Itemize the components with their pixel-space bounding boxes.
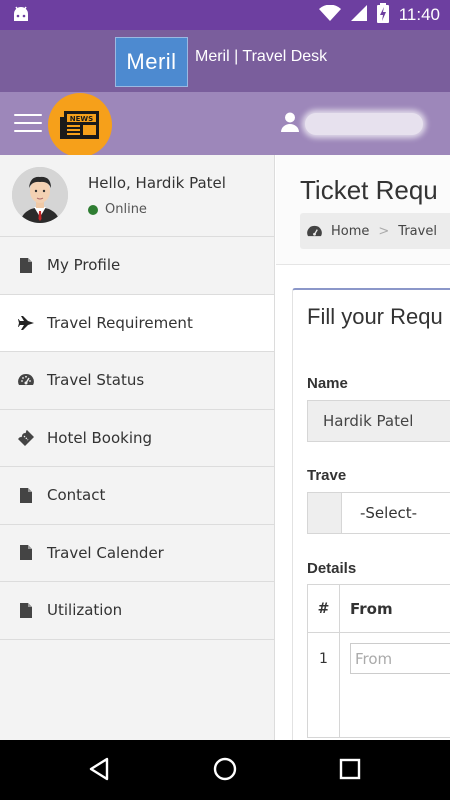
breadcrumb: Home > Travel	[300, 213, 450, 249]
breadcrumb-separator: >	[378, 223, 390, 239]
from-input[interactable]: From	[350, 643, 450, 674]
sidebar-item-label: Travel Calender	[47, 543, 164, 562]
clock: 11:40	[398, 5, 440, 24]
user-name-blurred[interactable]	[305, 113, 423, 135]
sidebar-item-my-profile[interactable]: My Profile	[0, 237, 274, 295]
home-icon[interactable]	[213, 757, 237, 785]
request-form-panel: Fill your Requ Name Hardik Patel Trave -…	[292, 288, 450, 740]
navigation-bar	[0, 740, 450, 800]
signal-icon	[350, 5, 367, 25]
sidebar-item-label: Travel Status	[47, 371, 145, 390]
table-row: 1 From	[308, 633, 450, 737]
sidebar-item-label: Travel Requirement	[47, 313, 193, 332]
main-content: Ticket Requ Home > Travel Fill your Requ…	[276, 155, 450, 740]
sidebar-item-travel-calender[interactable]: Travel Calender	[0, 525, 274, 582]
battery-charging-icon	[376, 3, 389, 27]
online-label: Online	[105, 202, 147, 217]
toolbar: NEWS	[0, 92, 450, 157]
recents-icon[interactable]	[339, 757, 361, 785]
avatar	[12, 167, 68, 223]
online-status: Online	[88, 202, 147, 217]
page-header: Ticket Requ Home > Travel	[276, 155, 450, 265]
sidebar-item-label: Hotel Booking	[47, 428, 153, 447]
sidebar-item-travel-requirement[interactable]: Travel Requirement	[0, 294, 274, 352]
column-header-number: #	[308, 585, 340, 632]
dashboard-icon	[307, 225, 322, 238]
user-profile-panel: Hello, Hardik Patel Online	[0, 155, 274, 237]
form-title: Fill your Requ	[307, 304, 443, 329]
name-label: Name	[307, 375, 348, 392]
back-icon[interactable]	[88, 757, 110, 785]
ticket-icon	[18, 429, 34, 446]
wifi-icon	[318, 4, 341, 25]
column-header-from: From	[350, 599, 393, 618]
table-header-row: # From	[308, 585, 450, 633]
meril-logo: Meril	[115, 37, 188, 87]
sidebar-item-label: Utilization	[47, 601, 123, 620]
file-icon	[18, 487, 34, 503]
travel-select-value: -Select-	[360, 504, 418, 522]
breadcrumb-home[interactable]: Home	[331, 224, 369, 239]
online-dot-icon	[88, 204, 98, 215]
newspaper-icon: NEWS	[60, 111, 99, 139]
file-icon	[18, 602, 34, 618]
travel-label: Trave	[307, 467, 347, 484]
sidebar-item-label: My Profile	[47, 256, 121, 275]
file-icon	[18, 257, 34, 273]
sidebar-item-utilization[interactable]: Utilization	[0, 582, 274, 640]
sidebar-item-travel-status[interactable]: Travel Status	[0, 352, 274, 410]
breadcrumb-current: Travel	[398, 223, 437, 239]
sidebar-item-label: Contact	[47, 486, 106, 505]
android-icon	[12, 6, 30, 26]
dashboard-icon	[18, 372, 34, 388]
hamburger-menu-icon[interactable]	[14, 114, 42, 134]
file-icon	[18, 545, 34, 561]
brand-bar: Meril Meril | Travel Desk	[0, 30, 450, 92]
select-addon	[308, 493, 342, 533]
travel-select[interactable]: -Select-	[307, 492, 450, 534]
plane-icon	[18, 315, 34, 331]
row-number: 1	[308, 633, 340, 737]
user-icon[interactable]	[281, 112, 299, 136]
sidebar-item-contact[interactable]: Contact	[0, 467, 274, 525]
name-field[interactable]: Hardik Patel	[307, 400, 450, 442]
greeting: Hello, Hardik Patel	[88, 174, 226, 192]
status-bar: 11:40	[0, 0, 450, 30]
sidebar: Hello, Hardik Patel Online My Profile Tr…	[0, 155, 275, 740]
app-title: Meril | Travel Desk	[195, 48, 328, 65]
sidebar-item-hotel-booking[interactable]: Hotel Booking	[0, 410, 274, 467]
details-label: Details	[307, 560, 357, 577]
from-cell: From	[340, 633, 450, 737]
details-table: # From 1 From	[307, 584, 450, 738]
news-badge-text: NEWS	[70, 115, 93, 123]
news-badge[interactable]: NEWS	[48, 93, 112, 157]
page-title: Ticket Requ	[300, 175, 438, 205]
